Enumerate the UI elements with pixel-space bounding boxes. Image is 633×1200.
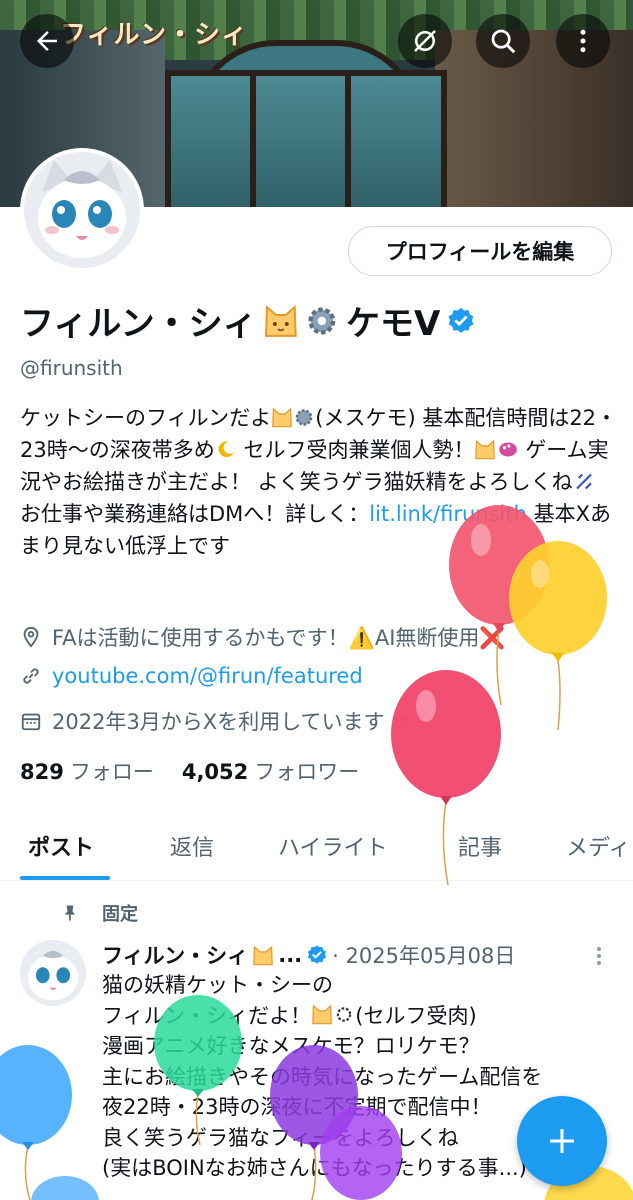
profile-location: FAは活動に使用するかもです！⚠️AI無断使用❌ [20,622,506,652]
post-header: フィルン・シィ ... · 2025年05月08日 [102,940,515,970]
offline-sync-icon [414,30,436,52]
link-icon [23,668,39,684]
followers-count: 4,052 [181,760,249,784]
bio-link[interactable]: lit.link/firunsith [369,502,527,526]
profile-name: フィルン・シィ ケモV [20,296,476,345]
calendar-icon [21,713,41,731]
post-author-avatar[interactable] [20,940,86,1006]
verified-badge-icon [448,307,474,333]
sparkle-icon [575,473,592,489]
cat-face-icon [272,407,293,427]
gear-icon [295,408,313,426]
profile-name-suffix: ケモV [346,304,441,344]
post-line: 主にお絵描きやその時気になったゲーム配信を [102,1064,543,1089]
post-author-ellipsis: ... [278,943,303,967]
location-pin-icon [23,626,39,648]
profile-tabs: ポスト 返信 ハイライト 記事 メディア [0,820,633,881]
crescent-moon-icon [218,440,234,457]
plus-icon [550,1129,574,1153]
cat-face-icon [253,945,274,965]
profile-avatar[interactable] [20,148,144,272]
followers-link[interactable]: 4,052 フォロワー [182,756,359,786]
following-label: フォロー [69,760,154,784]
tab-posts[interactable]: ポスト [28,830,94,862]
more-vertical-icon [580,29,586,53]
tab-replies[interactable]: 返信 [170,830,214,862]
banner-window [165,70,447,207]
banner-mullion [345,70,351,207]
offline-sync-button[interactable] [398,14,452,68]
cat-face-icon [475,439,496,459]
profile-name-text: フィルン・シィ [20,304,257,344]
gear-icon [308,307,336,334]
search-button[interactable] [476,14,530,68]
profile-joined: 2022年3月からXを利用しています [20,706,411,736]
banner-logo: フィルン・シィ [60,20,248,50]
post-line: 猫の妖精ケット・シーの [102,973,333,997]
post-line: フィルン・シィだよ！ (セルフ受肉) [102,1001,622,1032]
gear-icon [337,1007,352,1022]
cat-face-icon [264,304,297,337]
arrow-left-icon [37,31,57,51]
bio-text: お仕事や業務連絡はDMへ！詳しく： [20,502,370,526]
post-more-button[interactable] [592,944,606,972]
followers-label: フォロワー [254,760,360,784]
post-line-text: (セルフ受肉) [355,1003,477,1028]
tab-highlights[interactable]: ハイライト [278,830,388,862]
post-author-name[interactable]: フィルン・シィ [102,940,248,970]
cat-avatar-icon [20,940,86,1006]
website-link[interactable]: youtube.com/@firun/featured [52,664,363,688]
paint-palette-icon [498,442,517,457]
bio-text: ケットシーのフィルンだよ [20,406,272,430]
balloon-blue-icon [0,1045,72,1200]
chevron-right-icon[interactable] [395,713,411,729]
tab-media[interactable]: メディア [566,830,633,862]
bio-text: セルフ受肉兼業個人勢！ [236,438,475,462]
profile-website[interactable]: youtube.com/@firun/featured [20,664,363,688]
post-date: · 2025年05月08日 [332,944,516,968]
verified-badge-icon [308,945,327,964]
balloon-yellow-icon [509,541,607,730]
follow-counts: 829 フォロー 4,052 フォロワー [20,756,359,786]
tab-articles[interactable]: 記事 [458,830,502,862]
profile-handle: @firunsith [20,356,123,380]
back-button[interactable] [20,14,74,68]
edit-profile-button[interactable]: プロフィールを編集 [348,226,612,276]
cat-avatar-icon [24,152,140,268]
cat-face-icon [312,1004,333,1025]
profile-bio: ケットシーのフィルンだよ (メスケモ) 基本配信時間は22・23時〜の深夜帯多め … [20,402,620,562]
more-vertical-icon [597,947,601,965]
pinned-text: 固定 [102,904,138,925]
banner-mullion [250,70,256,207]
post-line-text: フィルン・シィだよ！ [102,1003,312,1028]
following-count: 829 [20,760,64,784]
pinned-label: 固定 [60,900,138,926]
active-tab-indicator [20,876,110,880]
joined-text: 2022年3月からXを利用しています [52,710,385,734]
more-button[interactable] [556,14,610,68]
compose-post-button[interactable] [517,1096,607,1186]
following-link[interactable]: 829 フォロー [20,756,154,786]
search-icon [491,29,516,54]
pin-icon [65,905,75,921]
location-text: FAは活動に使用するかもです！⚠️AI無断使用❌ [52,626,506,650]
post-line: 漫画アニメ好きなメスケモ？ロリケモ？ [102,1034,480,1058]
balloon-blue-icon [31,1176,99,1200]
